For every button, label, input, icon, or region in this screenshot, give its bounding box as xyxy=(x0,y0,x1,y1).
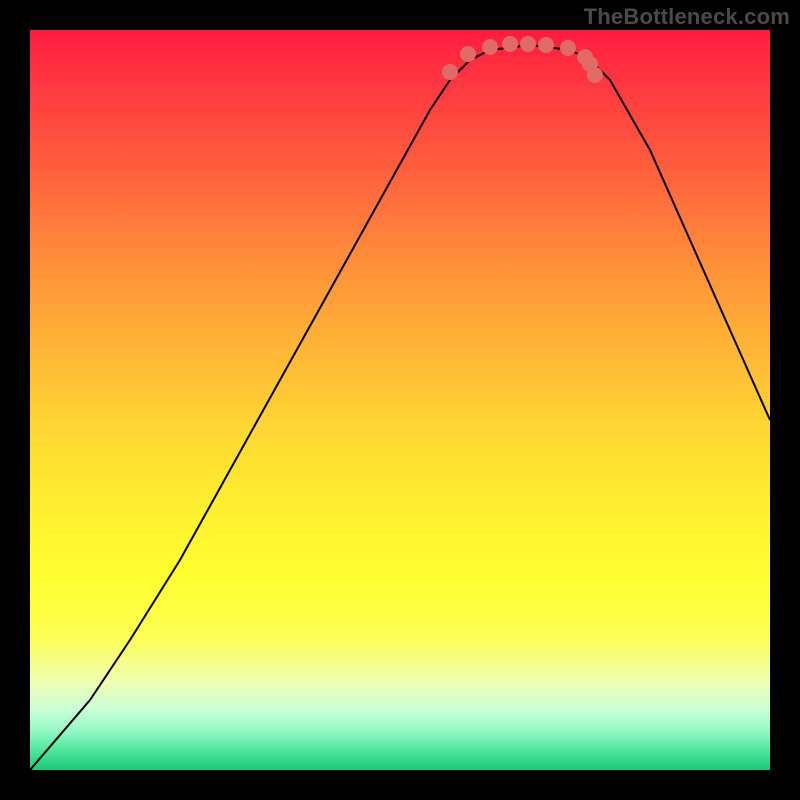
highlight-dot xyxy=(520,36,536,52)
highlight-dot xyxy=(482,39,498,55)
bottleneck-curve xyxy=(30,45,770,770)
highlight-dot xyxy=(442,64,458,80)
highlight-dot xyxy=(560,40,576,56)
chart-frame: TheBottleneck.com xyxy=(0,0,800,800)
highlight-dot xyxy=(460,46,476,62)
watermark-text: TheBottleneck.com xyxy=(584,4,790,30)
highlight-dots-group xyxy=(442,36,603,83)
highlight-dot xyxy=(502,36,518,52)
highlight-dot xyxy=(587,67,603,83)
chart-svg xyxy=(30,30,770,770)
highlight-dot xyxy=(538,37,554,53)
chart-plot-area xyxy=(30,30,770,770)
